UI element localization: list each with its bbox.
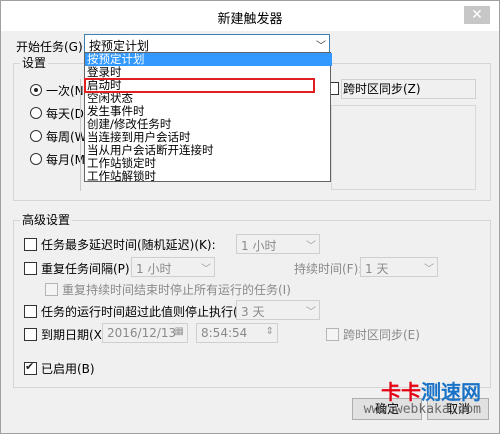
radio-daily-label: 每天(D) bbox=[46, 107, 89, 121]
enabled-checkbox[interactable] bbox=[24, 360, 37, 375]
duration-select[interactable]: 1 天 ﹀ bbox=[360, 257, 438, 277]
expire-date-value: 2016/12/13 bbox=[107, 326, 177, 340]
radio-once-label: 一次(N) bbox=[46, 84, 89, 98]
delay-select[interactable]: 1 小时 ﹀ bbox=[236, 234, 320, 254]
chevron-down-icon: ﹀ bbox=[306, 307, 316, 318]
spin-icon: ⇕ bbox=[265, 326, 274, 337]
sync-timezone-label: 跨时区同步(Z) bbox=[343, 82, 421, 96]
delay-value: 1 小时 bbox=[241, 239, 277, 253]
stop-if-longer-select[interactable]: 3 天 ﹀ bbox=[236, 300, 320, 320]
settings-group-title: 设置 bbox=[20, 54, 49, 71]
recurrence-panel bbox=[331, 105, 476, 190]
advanced-group-title: 高级设置 bbox=[20, 211, 73, 228]
radio-daily[interactable] bbox=[30, 107, 42, 119]
dropdown-item-on-workstation-unlock[interactable]: 工作站解锁时 bbox=[85, 170, 332, 183]
chevron-down-icon: ﹀ bbox=[201, 264, 211, 275]
chevron-down-icon: ﹀ bbox=[316, 41, 326, 52]
close-icon[interactable]: ✕ bbox=[464, 6, 490, 24]
radio-weekly[interactable] bbox=[30, 130, 42, 142]
chevron-down-icon: ﹀ bbox=[424, 264, 434, 275]
stop-if-longer-checkbox[interactable] bbox=[24, 305, 37, 318]
radio-monthly[interactable] bbox=[30, 153, 42, 165]
delay-label: 任务最多延迟时间(随机延迟)(K): bbox=[41, 238, 216, 252]
stop-if-longer-value: 3 天 bbox=[241, 305, 265, 319]
expire-sync-label: 跨时区同步(E) bbox=[343, 328, 420, 342]
begin-task-label: 开始任务(G): bbox=[16, 40, 87, 54]
stop-at-duration-end-label: 重复持续时间结束时停止所有运行的任务(I) bbox=[62, 283, 291, 297]
expire-date-picker[interactable]: 2016/12/13 ▦ bbox=[102, 323, 188, 343]
settings-divider bbox=[80, 79, 81, 191]
watermark-brand: 卡卡测速网 bbox=[381, 380, 481, 404]
repeat-interval-value: 1 小时 bbox=[136, 262, 172, 276]
title-bar: 新建触发器 ✕ bbox=[1, 1, 499, 31]
expire-sync-checkbox[interactable] bbox=[326, 328, 339, 341]
highlight-box bbox=[84, 78, 315, 93]
repeat-interval-select[interactable]: 1 小时 ﹀ bbox=[131, 257, 215, 277]
repeat-checkbox[interactable] bbox=[24, 262, 37, 275]
duration-value: 1 天 bbox=[365, 262, 389, 276]
chevron-down-icon: ﹀ bbox=[306, 241, 316, 252]
watermark-logo: 卡卡测速网 www.webkaka.com bbox=[351, 376, 481, 424]
begin-task-select[interactable]: 按预定计划 ﹀ bbox=[84, 34, 330, 54]
duration-label: 持续时间(F): bbox=[294, 262, 363, 276]
calendar-icon: ▦ bbox=[174, 326, 184, 337]
expire-checkbox[interactable] bbox=[24, 328, 37, 341]
window-title: 新建触发器 bbox=[217, 12, 283, 27]
stop-if-longer-label: 任务的运行时间超过此值则停止执行(L): bbox=[41, 305, 254, 319]
new-trigger-dialog: 新建触发器 ✕ 开始任务(G): 按预定计划 ﹀ 设置 一次(N) 每天(D) … bbox=[0, 0, 500, 434]
stop-at-duration-end-checkbox[interactable] bbox=[45, 283, 58, 296]
repeat-label: 重复任务间隔(P): bbox=[41, 262, 134, 276]
delay-checkbox[interactable] bbox=[24, 238, 37, 251]
enabled-label: 已启用(B) bbox=[41, 362, 95, 376]
dropdown-item-on-schedule[interactable]: 按预定计划 bbox=[85, 53, 332, 66]
radio-once[interactable] bbox=[30, 84, 42, 96]
expire-label: 到期日期(X): bbox=[41, 328, 111, 342]
begin-task-dropdown: 按预定计划 登录时 启动时 空闲状态 发生事件时 创建/修改任务时 当连接到用户… bbox=[84, 52, 332, 183]
expire-time-field[interactable]: 8:54:54 ⇕ bbox=[196, 323, 278, 343]
watermark-url: www.webkaka.com bbox=[363, 402, 481, 417]
expire-time-value: 8:54:54 bbox=[201, 326, 248, 340]
